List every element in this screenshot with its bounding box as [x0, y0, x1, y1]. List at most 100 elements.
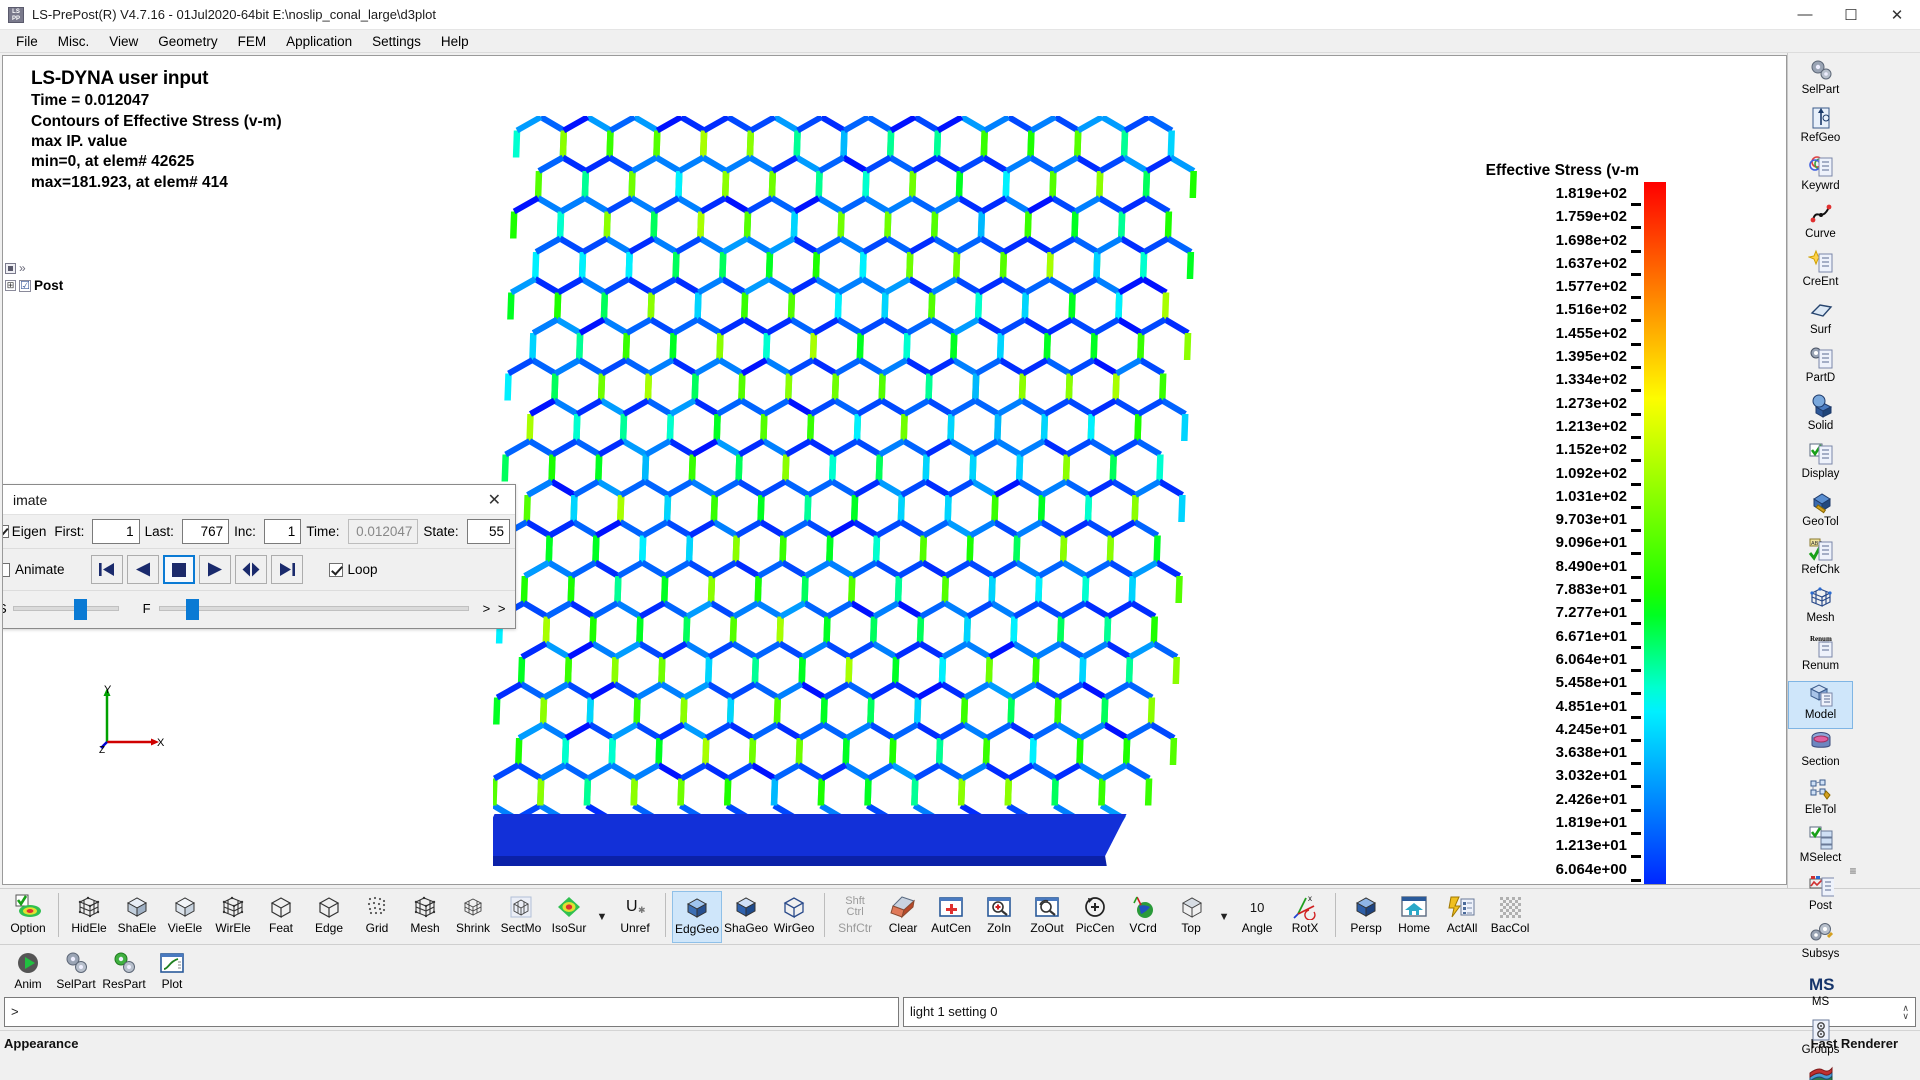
toolbar-grid[interactable]: Grid	[353, 891, 401, 943]
animate-checkbox[interactable]	[3, 562, 10, 577]
toolbar-actall[interactable]: ActAll	[1438, 891, 1486, 943]
toolbar-mesh[interactable]: Mesh	[401, 891, 449, 943]
right-toolbar-surf[interactable]: Surf	[1788, 297, 1853, 345]
toolbar-option[interactable]: Option	[4, 891, 52, 943]
toolbar-edggeo[interactable]: EdgGeo	[672, 891, 723, 943]
right-toolbar-keywrd[interactable]: Keywrd	[1788, 153, 1853, 201]
state-input[interactable]: 55	[466, 519, 510, 544]
toolbar-zoin[interactable]: ZoIn	[975, 891, 1023, 943]
animate-dialog[interactable]: imate ✕ Eigen First: 1 Last: 767 Inc: 1 …	[3, 484, 516, 629]
tree-expander-icon[interactable]: ⊞	[5, 280, 16, 291]
toolbar-isosur[interactable]: IsoSur	[545, 891, 593, 943]
right-toolbar-partd[interactable]: PartD	[1788, 345, 1853, 393]
toolbar-selpart[interactable]: SelPart	[52, 947, 100, 999]
minimize-button[interactable]: —	[1782, 0, 1828, 30]
toolbar-shfctr[interactable]: Shft Ctrl ShfCtr	[831, 891, 879, 943]
toolbar-vieele[interactable]: VieEle	[161, 891, 209, 943]
command-input[interactable]: >	[4, 997, 899, 1027]
tree-node-post[interactable]: Post	[34, 278, 63, 293]
inc-input[interactable]: 1	[263, 519, 302, 544]
maximize-button[interactable]: ☐	[1828, 0, 1874, 30]
menu-settings[interactable]: Settings	[362, 32, 431, 51]
toolbar-shrink[interactable]: Shrink	[449, 891, 497, 943]
chevron-right-icon[interactable]: »	[19, 261, 26, 275]
toolbar-wirgeo[interactable]: WirGeo	[770, 891, 818, 943]
right-toolbar-model[interactable]: Model	[1788, 681, 1853, 729]
right-toolbar-renum[interactable]: Renum Renum	[1788, 633, 1853, 681]
right-toolbar-creent[interactable]: CreEnt	[1788, 249, 1853, 297]
right-toolbar-mesh[interactable]: Mesh	[1788, 585, 1853, 633]
right-toolbar-groups[interactable]: Groups	[1788, 1017, 1853, 1065]
right-toolbar-eletol[interactable]: EleTol	[1788, 777, 1853, 825]
toolbar-shageo[interactable]: ShaGeo	[722, 891, 770, 943]
model-viewport[interactable]: LS-DYNA user input Time = 0.012047 Conto…	[3, 56, 1786, 884]
right-toolbar-mfpre[interactable]: MFPre	[1788, 1065, 1853, 1080]
model-tree[interactable]: » ⊞ ☑ Post	[5, 261, 65, 293]
toolbar-vcrd[interactable]: VCrd	[1119, 891, 1167, 943]
toolbar-feat[interactable]: Feat	[257, 891, 305, 943]
toolbar-home[interactable]: Home	[1390, 891, 1438, 943]
close-button[interactable]: ✕	[1874, 0, 1920, 30]
toolbar-baccol[interactable]: BacCol	[1486, 891, 1534, 943]
more-options-button[interactable]: > >	[483, 601, 508, 616]
menu-geometry[interactable]: Geometry	[148, 32, 227, 51]
menu-view[interactable]: View	[99, 32, 148, 51]
bounce-button[interactable]	[234, 555, 267, 584]
speed-slider[interactable]	[12, 599, 119, 620]
menu-misc[interactable]: Misc.	[48, 32, 100, 51]
toolbar-zoout[interactable]: ZoOut	[1023, 891, 1071, 943]
speed-slider-knob[interactable]	[73, 599, 87, 620]
scroll-down-icon[interactable]: ∨	[1902, 1012, 1909, 1021]
toolbar-plot[interactable]: Plot	[148, 947, 196, 999]
chevron-down-icon[interactable]: ▼	[593, 891, 611, 943]
menu-application[interactable]: Application	[276, 32, 362, 51]
message-scrollbar[interactable]: ∧ ∨	[1902, 1004, 1909, 1021]
toolbar-wirele[interactable]: WirEle	[209, 891, 257, 943]
toolbar-shaele[interactable]: ShaEle	[113, 891, 161, 943]
menu-help[interactable]: Help	[431, 32, 479, 51]
right-toolbar-post[interactable]: Post	[1788, 873, 1853, 921]
right-toolbar-refgeo[interactable]: RefGeo	[1788, 105, 1853, 153]
right-toolbar-display[interactable]: Display	[1788, 441, 1853, 489]
chevron-down-icon[interactable]: ▼	[1215, 891, 1233, 943]
right-toolbar-refchk[interactable]: ABC RefChk	[1788, 537, 1853, 585]
right-toolbar-selpart[interactable]: SelPart	[1788, 57, 1853, 105]
right-toolbar-subsys[interactable]: Subsys	[1788, 921, 1853, 969]
toolbar-anim[interactable]: Anim	[4, 947, 52, 999]
frame-slider[interactable]	[158, 599, 469, 620]
right-toolbar-geotol[interactable]: GeoTol	[1788, 489, 1853, 537]
right-toolbar-section[interactable]: Section	[1788, 729, 1853, 777]
right-toolbar-solid[interactable]: Solid	[1788, 393, 1853, 441]
toolbar-rotx[interactable]: x RotX	[1281, 891, 1329, 943]
frame-slider-knob[interactable]	[185, 599, 199, 620]
toolbar-angle[interactable]: 10 Angle	[1233, 891, 1281, 943]
eigen-checkbox[interactable]	[3, 525, 9, 538]
first-frame-button[interactable]	[90, 555, 123, 584]
toolbar-top[interactable]: Top	[1167, 891, 1215, 943]
last-frame-button[interactable]	[270, 555, 303, 584]
menu-file[interactable]: File	[6, 32, 48, 51]
right-toolbar-more-icon[interactable]: ≡	[1788, 864, 1918, 878]
animate-dialog-close-icon[interactable]: ✕	[480, 490, 509, 510]
mesh-edge	[751, 657, 760, 684]
first-input[interactable]: 1	[92, 519, 140, 544]
toolbar-persp[interactable]: Persp	[1342, 891, 1390, 943]
menu-fem[interactable]: FEM	[228, 32, 277, 51]
toolbar-unref[interactable]: U ✱ Unref	[611, 891, 659, 943]
play-button[interactable]	[198, 555, 231, 584]
loop-checkbox[interactable]	[328, 562, 343, 577]
right-toolbar-ms[interactable]: MS MS	[1788, 969, 1853, 1017]
toolbar-respart[interactable]: ResPart	[100, 947, 148, 999]
toolbar-autcen[interactable]: AutCen	[927, 891, 975, 943]
toolbar-edge[interactable]: Edge	[305, 891, 353, 943]
toolbar-hidele[interactable]: HidEle	[65, 891, 113, 943]
right-toolbar-curve[interactable]: Curve	[1788, 201, 1853, 249]
toolbar-clear[interactable]: Clear	[879, 891, 927, 943]
message-box[interactable]: light 1 setting 0 ∧ ∨	[903, 997, 1916, 1027]
tree-checkbox[interactable]: ☑	[19, 279, 31, 292]
step-back-button[interactable]	[126, 555, 159, 584]
stop-button[interactable]	[162, 555, 195, 584]
last-input[interactable]: 767	[181, 519, 230, 544]
toolbar-sectmo[interactable]: SectMo	[497, 891, 545, 943]
toolbar-piccen[interactable]: PicCen	[1071, 891, 1119, 943]
